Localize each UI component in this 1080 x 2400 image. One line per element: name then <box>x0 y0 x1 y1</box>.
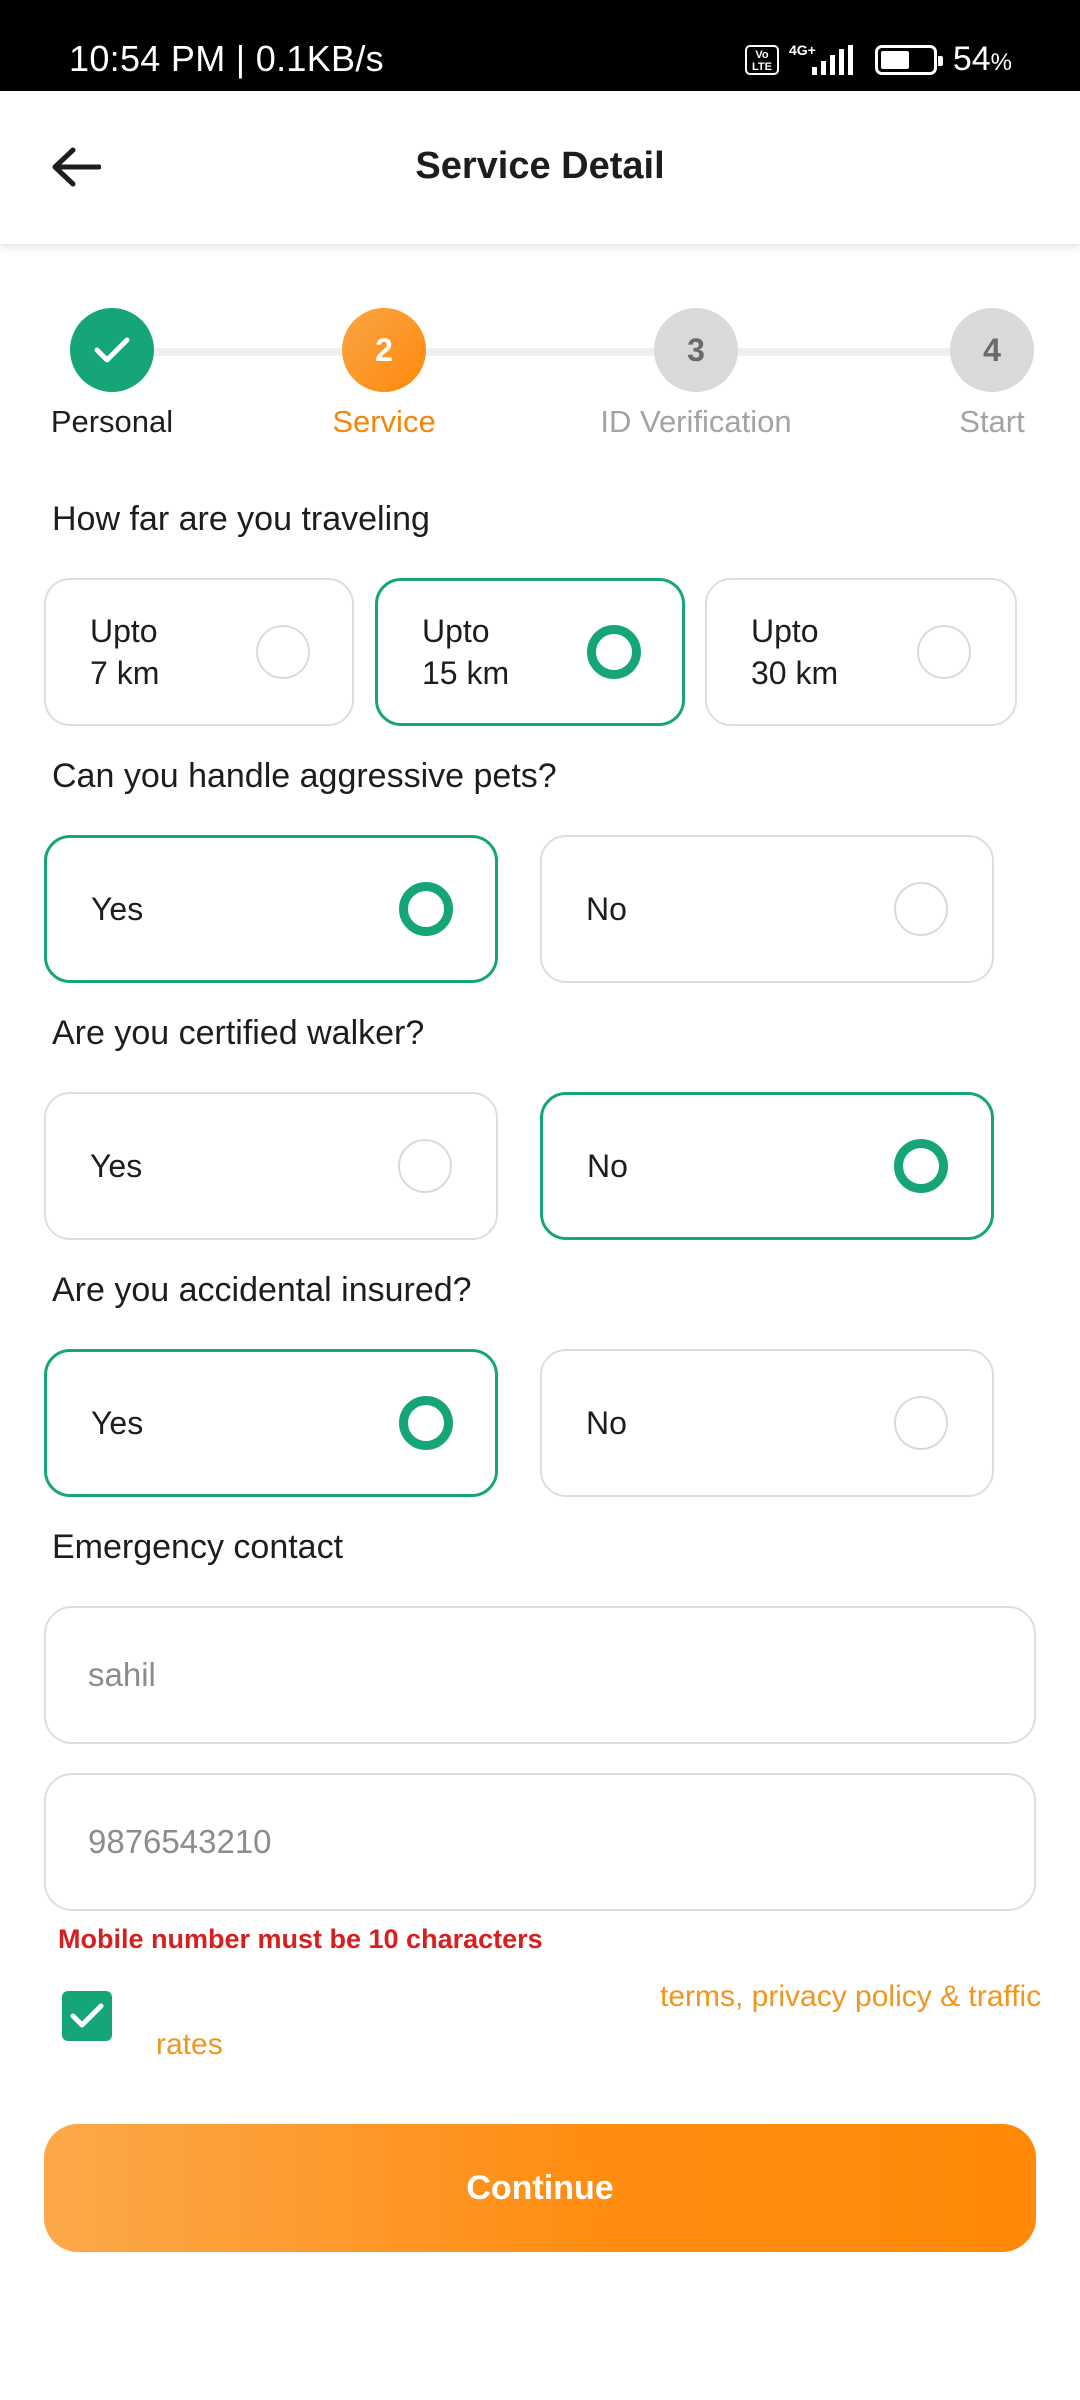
emergency-name-field[interactable] <box>44 1606 1036 1744</box>
step-4-label: Start <box>959 404 1025 439</box>
terms-link[interactable]: terms, privacy policy & traffic <box>660 1980 1041 2014</box>
step-2-circle: 2 <box>342 308 426 392</box>
radio-icon <box>256 625 310 679</box>
option-label: Upto 7 km <box>90 613 160 691</box>
radio-selected-icon <box>587 625 641 679</box>
stepper-track <box>112 348 992 356</box>
option-label: Yes <box>90 1148 143 1184</box>
battery-percent: 54% <box>952 40 1012 78</box>
status-bar: 10:54 PM | 0.1KB/s Vo LTE 4G+ 54% <box>0 0 1080 91</box>
signal-icon <box>811 44 853 75</box>
aggressive-pets-no-option[interactable]: No <box>540 835 994 983</box>
distance-option-30km[interactable]: Upto 30 km <box>705 578 1017 726</box>
radio-selected-icon <box>399 1396 453 1450</box>
emergency-phone-field[interactable] <box>44 1773 1036 1911</box>
step-3-label: ID Verification <box>600 404 792 439</box>
radio-icon <box>894 882 948 936</box>
volte-icon: Vo LTE <box>744 44 779 75</box>
distance-option-7km[interactable]: Upto 7 km <box>44 578 354 726</box>
emergency-phone-input[interactable] <box>88 1775 988 1909</box>
option-label: No <box>586 1405 627 1441</box>
radio-icon <box>917 625 971 679</box>
distance-option-15km[interactable]: Upto 15 km <box>375 578 685 726</box>
option-label: Yes <box>91 1405 144 1441</box>
insured-yes-option[interactable]: Yes <box>44 1349 498 1497</box>
step-3-circle: 3 <box>654 308 738 392</box>
radio-icon <box>894 1396 948 1450</box>
certified-walker-question-label: Are you certified walker? <box>52 1014 425 1052</box>
option-label: Upto 30 km <box>751 613 839 691</box>
terms-link-rates[interactable]: rates <box>156 2028 223 2062</box>
option-label: Upto 15 km <box>422 613 510 691</box>
emergency-contact-label: Emergency contact <box>52 1528 344 1566</box>
status-time: 10:54 PM | 0.1KB/s <box>69 38 384 79</box>
insured-question-label: Are you accidental insured? <box>52 1271 472 1309</box>
certified-walker-yes-option[interactable]: Yes <box>44 1092 498 1240</box>
check-icon <box>70 2003 104 2028</box>
check-icon <box>94 337 130 363</box>
step-1-circle <box>70 308 154 392</box>
step-4-circle: 4 <box>950 308 1034 392</box>
certified-walker-no-option[interactable]: No <box>540 1092 994 1240</box>
progress-stepper: Personal 2 Service 3 ID Verification 4 S… <box>0 308 1080 448</box>
terms-checkbox[interactable] <box>62 1991 112 2041</box>
distance-question-label: How far are you traveling <box>52 500 430 538</box>
option-label: Yes <box>91 891 144 927</box>
app-bar: Service Detail <box>0 91 1080 245</box>
step-2-label: Service <box>332 404 436 439</box>
option-label: No <box>586 891 627 927</box>
status-icons: Vo LTE 4G+ 54% <box>744 40 1012 79</box>
phone-error-message: Mobile number must be 10 characters <box>58 1924 543 1954</box>
battery-icon <box>874 44 943 75</box>
radio-selected-icon <box>894 1139 948 1193</box>
emergency-name-input[interactable] <box>88 1608 988 1742</box>
radio-icon <box>398 1139 452 1193</box>
continue-button[interactable]: Continue <box>44 2124 1036 2252</box>
option-label: No <box>587 1148 628 1184</box>
page-title: Service Detail <box>415 145 665 187</box>
insured-no-option[interactable]: No <box>540 1349 994 1497</box>
aggressive-pets-question-label: Can you handle aggressive pets? <box>52 757 557 795</box>
step-1-label: Personal <box>50 404 174 439</box>
network-type-label: 4G+ <box>788 41 816 58</box>
radio-selected-icon <box>399 882 453 936</box>
aggressive-pets-yes-option[interactable]: Yes <box>44 835 498 983</box>
